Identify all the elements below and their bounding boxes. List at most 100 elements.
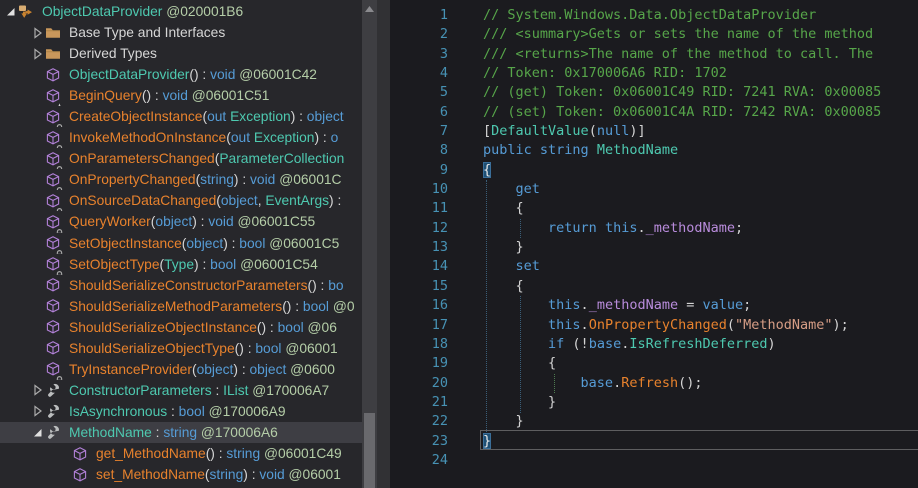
line-number: 17 bbox=[390, 316, 448, 335]
code-line[interactable]: 16 this._methodName = value; bbox=[390, 296, 918, 315]
code-line-text: { bbox=[448, 354, 556, 373]
tree-row-label: set_MethodName(string) : void @06001 bbox=[96, 464, 341, 485]
code-line-text: this._methodName = value; bbox=[448, 296, 751, 315]
expand-icon[interactable] bbox=[30, 403, 45, 419]
tree-row[interactable]: InvokeMethodOnInstance(out Exception) : … bbox=[0, 127, 362, 148]
tree-row[interactable]: OnParametersChanged(ParameterCollection bbox=[0, 148, 362, 169]
expander-placeholder bbox=[30, 277, 45, 293]
expander-placeholder bbox=[30, 193, 45, 209]
code-line[interactable]: 2/// <summary>Gets or sets the name of t… bbox=[390, 25, 918, 44]
decompiler-window: ObjectDataProvider @020001B6Base Type an… bbox=[0, 0, 918, 488]
expander-placeholder bbox=[30, 88, 45, 104]
expander-placeholder bbox=[30, 361, 45, 377]
code-line[interactable]: 22 } bbox=[390, 412, 918, 431]
tree-row-label: OnSourceDataChanged(object, EventArgs) : bbox=[69, 190, 341, 211]
line-number: 6 bbox=[390, 103, 448, 122]
code-line[interactable]: 8public string MethodName bbox=[390, 141, 918, 160]
collapse-icon[interactable] bbox=[30, 424, 45, 440]
star-overlay-icon bbox=[55, 97, 64, 106]
tree-row[interactable]: SetObjectInstance(object) : bool @06001C… bbox=[0, 233, 362, 254]
code-line[interactable]: 7[DefaultValue(null)] bbox=[390, 122, 918, 141]
scrollbar-thumb[interactable] bbox=[364, 413, 375, 488]
tree-scrollbar[interactable] bbox=[362, 0, 377, 488]
code-line-text: base.Refresh(); bbox=[448, 374, 703, 393]
code-line[interactable]: 9{ bbox=[390, 161, 918, 180]
expander-placeholder bbox=[30, 151, 45, 167]
line-number: 12 bbox=[390, 219, 448, 238]
expander-placeholder bbox=[57, 467, 72, 483]
tree-row-label: get_MethodName() : string @06001C49 bbox=[96, 443, 342, 464]
code-line[interactable]: 21 } bbox=[390, 393, 918, 412]
lock-overlay-icon bbox=[55, 223, 64, 232]
tree-row[interactable]: get_MethodName() : string @06001C49 bbox=[0, 443, 362, 464]
tree-panel: ObjectDataProvider @020001B6Base Type an… bbox=[0, 0, 362, 488]
code-editor-panel[interactable]: 1// System.Windows.Data.ObjectDataProvid… bbox=[390, 0, 918, 488]
method-lock-icon bbox=[45, 172, 64, 188]
collapse-icon[interactable] bbox=[3, 4, 18, 20]
folder-icon bbox=[45, 25, 64, 41]
line-number: 3 bbox=[390, 45, 448, 64]
tree-row[interactable]: OnSourceDataChanged(object, EventArgs) : bbox=[0, 190, 362, 211]
scroll-up-icon[interactable] bbox=[362, 3, 377, 15]
tree-row[interactable]: BeginQuery() : void @06001C51 bbox=[0, 85, 362, 106]
code-line[interactable]: 18 if (!base.IsRefreshDeferred) bbox=[390, 335, 918, 354]
tree-row[interactable]: IsAsynchronous : bool @170006A9 bbox=[0, 401, 362, 422]
expand-icon[interactable] bbox=[30, 382, 45, 398]
tree-row[interactable]: ObjectDataProvider() : void @06001C42 bbox=[0, 64, 362, 85]
tree-row[interactable]: MethodName : string @170006A6 bbox=[0, 422, 362, 443]
tree-row-label: Derived Types bbox=[69, 43, 157, 64]
expander-placeholder bbox=[30, 172, 45, 188]
tree-row-label: ShouldSerializeConstructorParameters() :… bbox=[69, 275, 344, 296]
line-number: 11 bbox=[390, 199, 448, 218]
code-line[interactable]: 1// System.Windows.Data.ObjectDataProvid… bbox=[390, 6, 918, 25]
code-line[interactable]: 12 return this._methodName; bbox=[390, 219, 918, 238]
tree-row[interactable]: Derived Types bbox=[0, 43, 362, 64]
tree-row[interactable]: ShouldSerializeMethodParameters() : bool… bbox=[0, 296, 362, 317]
code-line[interactable]: 17 this.OnPropertyChanged("MethodName"); bbox=[390, 316, 918, 335]
class-icon bbox=[18, 4, 37, 20]
tree-row[interactable]: CreateObjectInstance(out Exception) : ob… bbox=[0, 106, 362, 127]
tree-row[interactable]: set_MethodName(string) : void @06001 bbox=[0, 464, 362, 485]
line-number: 5 bbox=[390, 83, 448, 102]
line-number: 13 bbox=[390, 238, 448, 257]
code-line[interactable]: 15 { bbox=[390, 277, 918, 296]
method-lock-icon bbox=[45, 151, 64, 167]
tree-row[interactable]: ShouldSerializeObjectInstance() : bool @… bbox=[0, 317, 362, 338]
tree-row[interactable]: ObjectDataProvider @020001B6 bbox=[0, 1, 362, 22]
code-line[interactable]: 10 get bbox=[390, 180, 918, 199]
tree-row[interactable]: Base Type and Interfaces bbox=[0, 22, 362, 43]
tree-row[interactable]: TryInstanceProvider(object) : object @06… bbox=[0, 359, 362, 380]
code-line[interactable]: 6// (set) Token: 0x06001C4A RID: 7242 RV… bbox=[390, 103, 918, 122]
code-line[interactable]: 23} bbox=[390, 432, 918, 451]
code-line[interactable]: 3/// <returns>The name of the method to … bbox=[390, 45, 918, 64]
line-number: 7 bbox=[390, 122, 448, 141]
lock-overlay-icon bbox=[55, 181, 64, 190]
expander-placeholder bbox=[30, 298, 45, 314]
tree-row-label: MethodName : string @170006A6 bbox=[69, 422, 278, 443]
code-line[interactable]: 5// (get) Token: 0x06001C49 RID: 7241 RV… bbox=[390, 83, 918, 102]
code-line[interactable]: 19 { bbox=[390, 354, 918, 373]
tree-row[interactable]: ShouldSerializeObjectType() : bool @0600… bbox=[0, 338, 362, 359]
code-line[interactable]: 13 } bbox=[390, 238, 918, 257]
code-line[interactable]: 24 bbox=[390, 451, 918, 470]
property-icon bbox=[45, 382, 64, 398]
code-line[interactable]: 20 base.Refresh(); bbox=[390, 374, 918, 393]
tree-row-label: Base Type and Interfaces bbox=[69, 22, 225, 43]
expand-icon[interactable] bbox=[30, 25, 45, 41]
tree-row[interactable]: ShouldSerializeConstructorParameters() :… bbox=[0, 275, 362, 296]
line-number: 8 bbox=[390, 141, 448, 160]
tree-row-label: BeginQuery() : void @06001C51 bbox=[69, 85, 269, 106]
expander-placeholder bbox=[57, 446, 72, 462]
code-line-text: /// <returns>The name of the method to c… bbox=[448, 45, 881, 64]
panel-splitter[interactable] bbox=[377, 0, 390, 488]
tree-row[interactable]: SetObjectType(Type) : bool @06001C54 bbox=[0, 254, 362, 275]
tree-row-label: QueryWorker(object) : void @06001C55 bbox=[69, 211, 315, 232]
tree-row[interactable]: ConstructorParameters : IList @170006A7 bbox=[0, 380, 362, 401]
code-line[interactable]: 11 { bbox=[390, 199, 918, 218]
tree-row[interactable]: QueryWorker(object) : void @06001C55 bbox=[0, 211, 362, 232]
code-line[interactable]: 4// Token: 0x170006A6 RID: 1702 bbox=[390, 64, 918, 83]
tree-row[interactable]: OnPropertyChanged(string) : void @06001C bbox=[0, 169, 362, 190]
code-line-text: [DefaultValue(null)] bbox=[448, 122, 646, 141]
expand-icon[interactable] bbox=[30, 46, 45, 62]
code-line[interactable]: 14 set bbox=[390, 257, 918, 276]
